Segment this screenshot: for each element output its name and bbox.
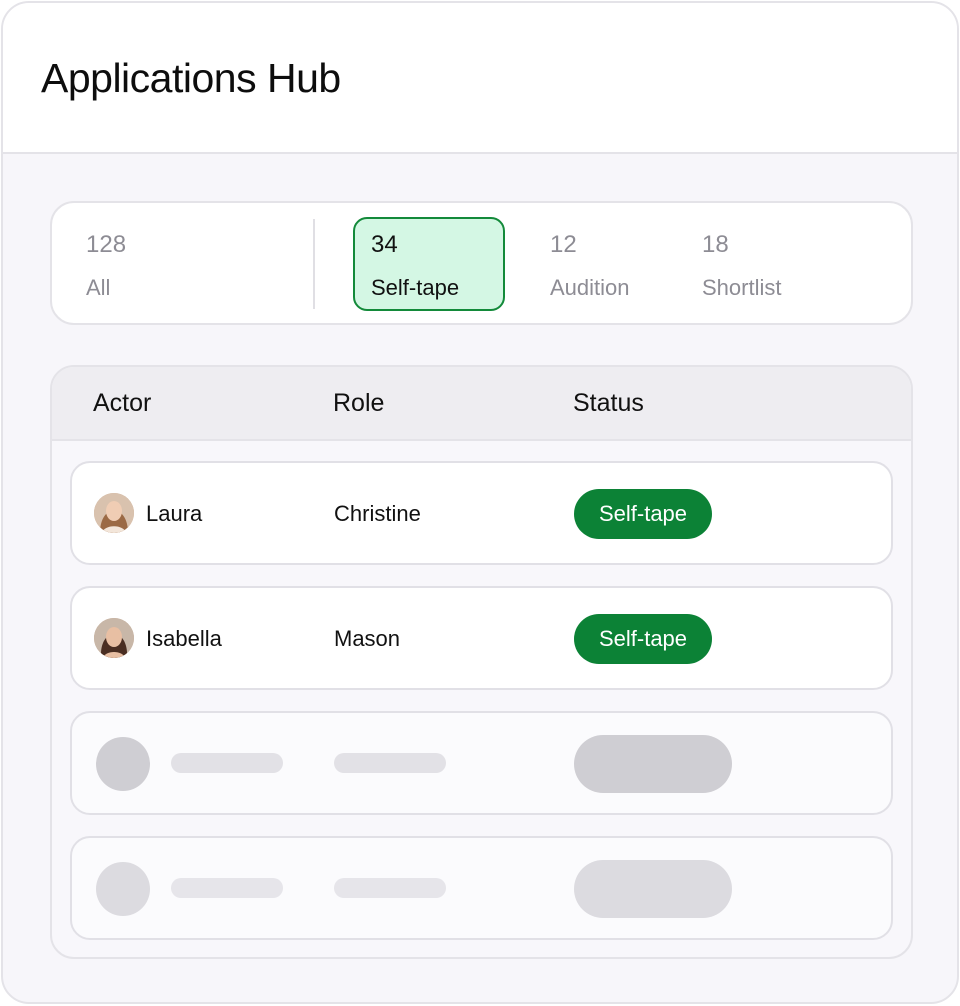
actor-name: Isabella <box>146 626 222 651</box>
page-header: Applications Hub <box>3 3 957 154</box>
skeleton-role-line <box>334 753 446 773</box>
filter-all-count: 128 <box>86 231 127 258</box>
column-header-actor[interactable]: Actor <box>93 389 151 418</box>
table-row[interactable]: Isabella Mason Self-tape <box>70 586 893 690</box>
skeleton-row <box>70 836 893 940</box>
applications-table: Actor Role Status Laura Christine Self-t… <box>50 365 913 959</box>
filter-audition-label: Audition <box>550 275 630 300</box>
filter-shortlist-count: 18 <box>702 231 729 258</box>
skeleton-status-pill <box>574 735 732 793</box>
filter-audition-count: 12 <box>550 231 577 258</box>
column-header-status[interactable]: Status <box>573 389 644 418</box>
applications-hub-card: Applications Hub 128 All 34 Self-tape 12… <box>1 1 959 1004</box>
skeleton-role-line <box>334 878 446 898</box>
table-header: Actor Role Status <box>52 367 911 441</box>
skeleton-actor-line <box>171 878 283 898</box>
role-name: Mason <box>334 626 401 651</box>
skeleton-avatar <box>96 737 150 791</box>
filter-shortlist[interactable]: 18 Shortlist <box>684 217 836 311</box>
filter-shortlist-label: Shortlist <box>702 275 782 300</box>
filter-self-tape-count: 34 <box>371 231 398 258</box>
avatar-photo-icon <box>94 493 134 533</box>
skeleton-status-pill <box>574 860 732 918</box>
filter-divider <box>313 219 315 309</box>
filter-audition[interactable]: 12 Audition <box>532 217 684 311</box>
table-row[interactable]: Laura Christine Self-tape <box>70 461 893 565</box>
skeleton-avatar <box>96 862 150 916</box>
actor-name: Laura <box>146 501 203 526</box>
page-title: Applications Hub <box>41 55 341 101</box>
filter-self-tape[interactable]: 34 Self-tape <box>353 217 505 311</box>
filter-all[interactable]: 128 All <box>68 217 220 311</box>
filter-all-label: All <box>86 275 111 300</box>
role-name: Christine <box>334 501 421 526</box>
skeleton-actor-line <box>171 753 283 773</box>
column-header-role[interactable]: Role <box>333 389 384 418</box>
filter-self-tape-label: Self-tape <box>371 275 460 300</box>
avatar-photo-icon <box>94 618 134 658</box>
status-badge: Self-tape <box>574 489 712 539</box>
status-badge: Self-tape <box>574 614 712 664</box>
skeleton-row <box>70 711 893 815</box>
status-filter-bar: 128 All 34 Self-tape 12 Audition 18 Shor… <box>50 201 913 325</box>
